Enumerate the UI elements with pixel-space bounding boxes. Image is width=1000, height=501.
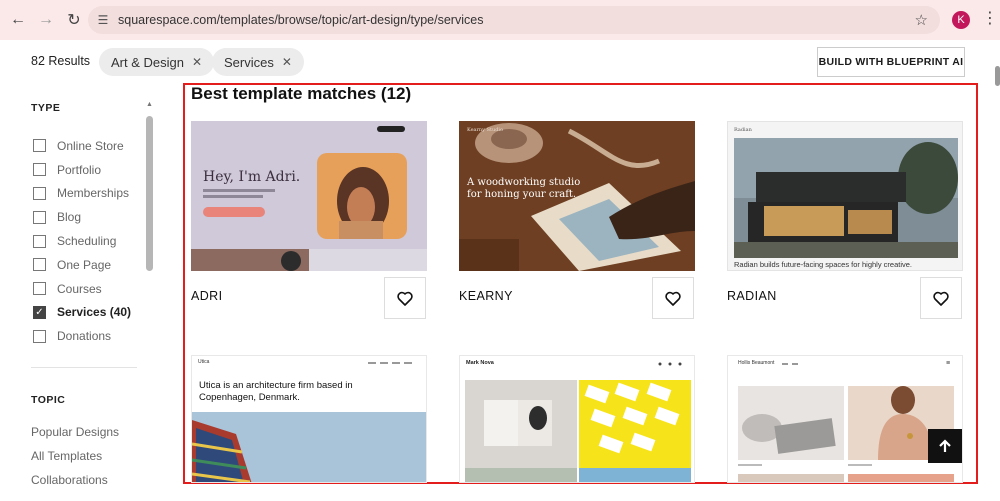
template-thumbnail-adri[interactable]: Hey, I'm Adri. xyxy=(191,121,427,271)
address-bar[interactable]: ☰ squarespace.com/templates/browse/topic… xyxy=(88,6,940,34)
type-option[interactable]: Donations xyxy=(33,324,131,348)
topic-link[interactable]: All Templates xyxy=(31,448,119,472)
sidebar-divider xyxy=(31,367,137,368)
reload-icon[interactable]: ↻ xyxy=(60,6,88,34)
type-heading: TYPE xyxy=(31,102,61,114)
browser-toolbar: ← → ↻ ☰ squarespace.com/templates/browse… xyxy=(0,0,1000,40)
back-to-top-button[interactable] xyxy=(928,429,962,463)
checkbox[interactable] xyxy=(33,282,46,296)
favorite-button[interactable] xyxy=(920,277,962,319)
type-option-selected[interactable]: ✓ Services (40) xyxy=(33,301,131,325)
type-option[interactable]: Memberships xyxy=(33,182,131,206)
adri-preview-text: Hey, I'm Adri. xyxy=(203,169,301,185)
sidebar-scroll-up-icon[interactable]: ▲ xyxy=(146,101,153,108)
checkbox[interactable] xyxy=(33,210,46,224)
template-name[interactable]: ADRI xyxy=(191,289,222,303)
checked-checkbox[interactable]: ✓ xyxy=(33,305,46,319)
browser-menu-icon[interactable]: ⋮ xyxy=(982,10,998,28)
filter-chip-art-design[interactable]: Art & Design ✕ xyxy=(99,48,215,76)
type-option-label: Portfolio xyxy=(57,162,102,177)
template-thumbnail-utica[interactable]: Utica Utica is an architecture firm base… xyxy=(191,355,427,483)
topic-link[interactable]: Collaborations xyxy=(31,472,119,496)
checkbox[interactable] xyxy=(33,186,46,200)
build-with-blueprint-button[interactable]: BUILD WITH BLUEPRINT AI xyxy=(817,47,965,77)
type-option[interactable]: Blog xyxy=(33,205,131,229)
close-icon[interactable]: ✕ xyxy=(282,55,292,69)
type-option-label: Services (40) xyxy=(57,305,132,320)
topic-list: Popular Designs All Templates Collaborat… xyxy=(31,424,119,495)
template-thumbnail-hollis-beaumont[interactable]: Hollis Beaumont ≡ xyxy=(727,355,963,483)
radian-preview-graphic xyxy=(734,138,958,258)
back-arrow-icon[interactable]: ← xyxy=(4,6,32,34)
type-option[interactable]: Portfolio xyxy=(33,158,131,182)
kearny-brand: Kearny Studio xyxy=(467,127,504,133)
heart-icon xyxy=(933,291,949,306)
arrow-up-icon xyxy=(939,439,951,452)
radian-brand: Radian xyxy=(734,127,752,133)
mark-nova-brand: Mark Nova xyxy=(466,360,494,366)
checkbox[interactable] xyxy=(33,139,46,153)
bookmark-star-icon[interactable]: ☆ xyxy=(915,11,928,29)
topic-link[interactable]: Popular Designs xyxy=(31,424,119,448)
type-option-label: Blog xyxy=(57,210,82,225)
type-option-label: One Page xyxy=(57,257,112,272)
site-settings-icon[interactable]: ☰ xyxy=(88,13,118,27)
checkbox[interactable] xyxy=(33,258,46,272)
heart-icon xyxy=(397,291,413,306)
template-thumbnail-mark-nova[interactable]: Mark Nova xyxy=(459,355,695,483)
mark-nova-preview-graphic xyxy=(465,362,691,482)
type-option-label: Courses xyxy=(57,281,102,296)
menu-icon[interactable]: ≡ xyxy=(946,360,950,367)
type-option[interactable]: Scheduling xyxy=(33,229,131,253)
template-name[interactable]: RADIAN xyxy=(727,289,777,303)
template-thumbnail-kearny[interactable]: Kearny Studio A woodworking studio for h… xyxy=(459,121,695,271)
url-text[interactable]: squarespace.com/templates/browse/topic/a… xyxy=(118,13,483,27)
close-icon[interactable]: ✕ xyxy=(192,55,202,69)
utica-preview-graphic xyxy=(192,362,426,482)
adri-preview-graphic xyxy=(191,121,427,271)
favorite-button[interactable] xyxy=(384,277,426,319)
type-option[interactable]: One Page xyxy=(33,253,131,277)
forward-arrow-icon[interactable]: → xyxy=(32,6,60,34)
favorite-button[interactable] xyxy=(652,277,694,319)
utica-brand: Utica xyxy=(198,359,210,365)
type-filter-list: Online Store Portfolio Memberships Blog … xyxy=(33,134,131,348)
checkbox[interactable] xyxy=(33,163,46,177)
page-scrollbar[interactable] xyxy=(995,66,1000,86)
section-title: Best template matches (12) xyxy=(191,84,412,103)
type-option[interactable]: Online Store xyxy=(33,134,131,158)
profile-avatar[interactable]: K xyxy=(952,11,970,29)
results-count: 82 Results xyxy=(31,54,91,68)
type-option-label: Online Store xyxy=(57,138,124,153)
chip-label: Services xyxy=(224,54,274,70)
hollis-brand: Hollis Beaumont xyxy=(738,360,775,366)
chip-label: Art & Design xyxy=(111,54,184,70)
utica-preview-text: Utica is an architecture firm based in C… xyxy=(199,380,353,403)
type-option-label: Scheduling xyxy=(57,234,117,249)
topic-heading: TOPIC xyxy=(31,394,66,406)
type-option-label: Memberships xyxy=(57,186,130,201)
checkbox[interactable] xyxy=(33,234,46,248)
template-name[interactable]: KEARNY xyxy=(459,289,513,303)
checkbox[interactable] xyxy=(33,329,46,343)
sidebar-scrollbar[interactable] xyxy=(146,116,153,271)
hollis-preview-graphic xyxy=(738,363,954,482)
template-thumbnail-radian[interactable]: Radian Radian builds future-facing space… xyxy=(727,121,963,271)
heart-icon xyxy=(665,291,681,306)
kearny-preview-text: A woodworking studio for honing your cra… xyxy=(467,177,581,200)
type-option-label: Donations xyxy=(57,329,112,344)
type-option[interactable]: Courses xyxy=(33,277,131,301)
filter-chip-services[interactable]: Services ✕ xyxy=(212,48,304,76)
radian-preview-text: Radian builds future-facing spaces for h… xyxy=(734,260,913,269)
